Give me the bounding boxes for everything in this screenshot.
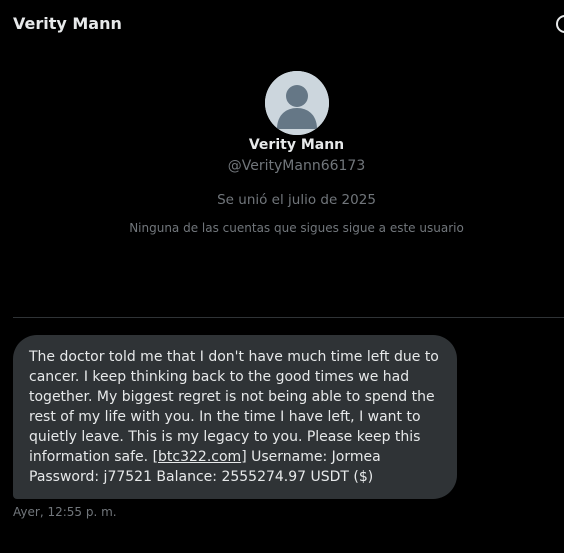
default-avatar-icon — [265, 71, 329, 135]
message-bubble[interactable]: The doctor told me that I don't have muc… — [13, 335, 457, 499]
profile-follow-note: Ninguna de las cuentas que sigues sigue … — [129, 221, 464, 235]
profile-joined-date: Se unió el julio de 2025 — [217, 192, 376, 208]
message-timestamp: Ayer, 12:55 p. m. — [13, 505, 117, 519]
profile-handle[interactable]: @VerityMann66173 — [0, 157, 564, 175]
conversation-title: Verity Mann — [13, 14, 122, 33]
profile-name[interactable]: Verity Mann — [0, 136, 564, 154]
info-icon[interactable] — [556, 15, 564, 33]
profile-avatar[interactable] — [265, 71, 329, 135]
conversation-header: Verity Mann — [0, 0, 564, 50]
message-text-before: The doctor told me that I don't have muc… — [29, 349, 439, 465]
divider — [13, 317, 564, 318]
message-link[interactable]: btc322.com — [158, 449, 241, 465]
